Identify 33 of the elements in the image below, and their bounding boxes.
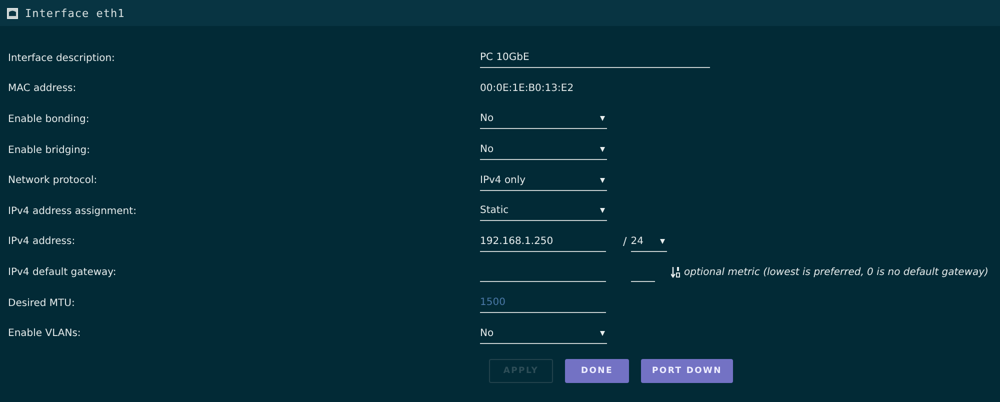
sort-icon — [671, 266, 681, 278]
caret-icon — [600, 330, 605, 336]
input-field[interactable]: PC 10GbE — [480, 48, 710, 68]
field-label: IPv4 address assignment: — [7, 206, 138, 217]
caret-icon — [600, 208, 605, 214]
caret-icon — [600, 147, 605, 152]
select-field[interactable]: IPv4 only — [480, 170, 607, 191]
window-icon — [7, 8, 18, 18]
form-button[interactable]: DONE — [565, 358, 629, 383]
hint-text: optional metric (lowest is preferred, 0 is no default gateway) — [684, 266, 988, 278]
field-label: Desired MTU: — [7, 298, 76, 309]
caret-icon — [600, 116, 605, 122]
field-label: Interface description: — [7, 52, 116, 64]
select-field[interactable]: No — [480, 109, 607, 130]
caret-icon — [600, 178, 605, 183]
mac-address: 00:0E:1E:B0:13:E2 — [480, 83, 574, 94]
field-label: Network protocol: — [7, 175, 98, 186]
field-label: MAC address: — [7, 83, 78, 94]
input-field[interactable]: 1500 — [480, 293, 606, 314]
select-field[interactable]: No — [480, 140, 607, 160]
field-label: Enable bonding: — [7, 114, 90, 125]
window-title: Interface eth1 — [25, 6, 125, 20]
form-button[interactable]: PORT DOWN — [641, 358, 733, 383]
separator: / — [623, 235, 627, 248]
field-label: IPv4 address: — [7, 236, 76, 248]
input-field[interactable]: 192.168.1.250 — [480, 232, 606, 252]
select-field[interactable]: 24 — [630, 232, 667, 252]
caret-icon — [660, 238, 665, 244]
field-label: Enable bridging: — [7, 144, 92, 156]
field-label: Enable VLANs: — [7, 328, 82, 340]
select-field[interactable]: No — [480, 324, 607, 344]
select-field[interactable]: Static — [480, 201, 607, 222]
field-label: IPv4 default gateway: — [7, 266, 118, 278]
